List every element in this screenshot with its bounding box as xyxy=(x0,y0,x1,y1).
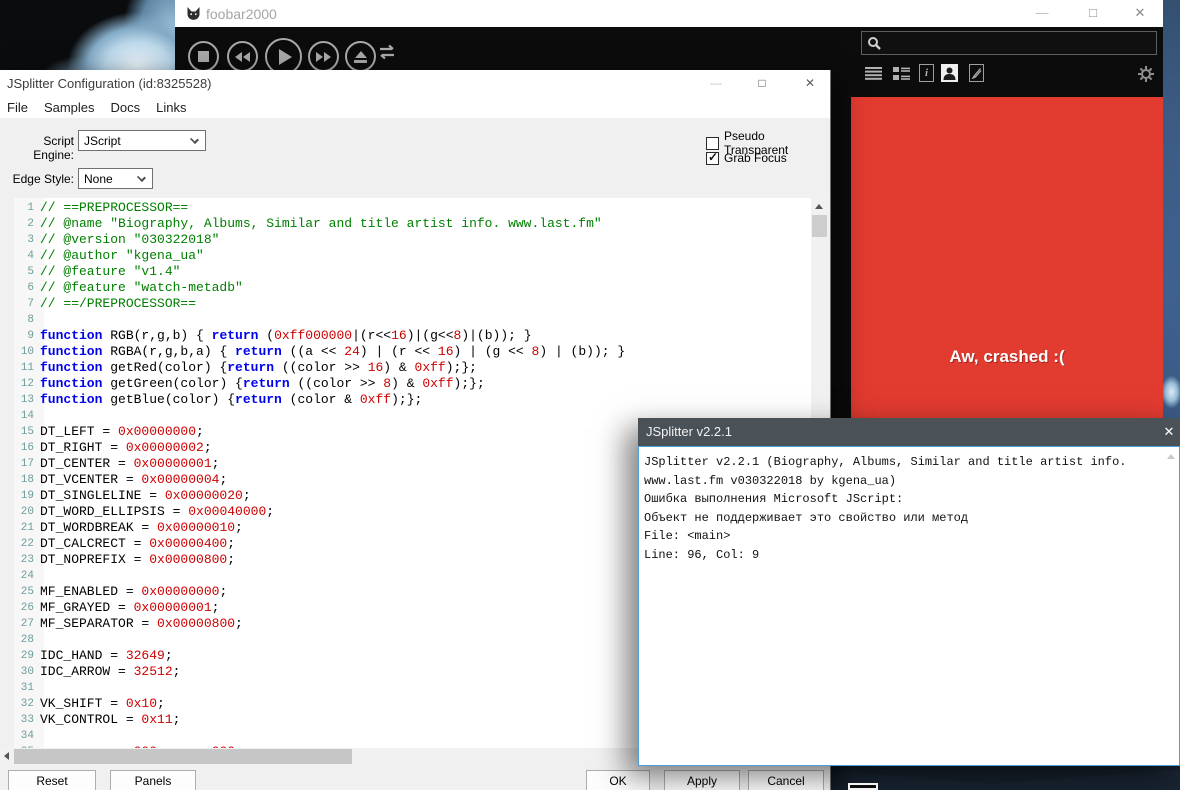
reset-button[interactable]: Reset xyxy=(8,770,96,790)
search-input[interactable] xyxy=(886,36,1136,50)
chevron-down-icon xyxy=(190,135,199,144)
code-line: 5// @feature "v1.4" xyxy=(14,264,811,280)
eject-button[interactable] xyxy=(345,41,376,72)
eject-icon xyxy=(355,51,367,58)
search-icon xyxy=(867,36,882,51)
stop-icon xyxy=(198,51,209,62)
apply-button[interactable]: Apply xyxy=(664,770,740,790)
console-line: www.last.fm v030322018 by kgena_ua) xyxy=(644,472,1174,491)
ok-button[interactable]: OK xyxy=(586,770,650,790)
settings-gear-icon[interactable] xyxy=(1137,65,1155,88)
previous-icon xyxy=(235,52,242,62)
code-line: 8 xyxy=(14,312,811,328)
previous-button[interactable] xyxy=(227,41,258,72)
search-box[interactable] xyxy=(861,31,1157,55)
previous-icon xyxy=(243,52,250,62)
scroll-up-icon[interactable] xyxy=(815,204,823,209)
code-line: 10function RGBA(r,g,b,a) { return ((a <<… xyxy=(14,344,811,360)
dialog-title: JSplitter Configuration (id:8325528) xyxy=(7,76,212,91)
checkbox-box xyxy=(706,137,719,150)
chevron-down-icon xyxy=(137,173,146,182)
next-button[interactable] xyxy=(308,41,339,72)
script-engine-value: JScript xyxy=(84,134,121,148)
dialog-maximize-icon[interactable]: □ xyxy=(748,70,776,96)
code-line: 12function getGreen(color) {return ((col… xyxy=(14,376,811,392)
desktop-wallpaper-album-art xyxy=(0,0,176,70)
taskbar-peek-icon xyxy=(848,783,878,790)
vertical-scroll-thumb[interactable] xyxy=(812,215,827,237)
foobar2000-fox-icon xyxy=(186,6,201,26)
edge-style-label: Edge Style: xyxy=(8,172,74,186)
script-engine-select[interactable]: JScript xyxy=(78,130,206,151)
desktop-wallpaper-right-strip xyxy=(1163,0,1180,418)
stop-button[interactable] xyxy=(188,41,219,72)
console-line: Line: 96, Col: 9 xyxy=(644,546,1174,565)
console-titlebar: JSplitter v2.2.1 ✕ xyxy=(638,418,1180,446)
code-line: 7// ==/PREPROCESSOR== xyxy=(14,296,811,312)
dialog-close-icon[interactable]: ✕ xyxy=(796,70,824,96)
info-view-icon[interactable]: i xyxy=(919,64,934,82)
foobar2000-title: foobar2000 xyxy=(206,6,277,22)
console-scroll-up-icon[interactable] xyxy=(1167,454,1175,459)
menu-file[interactable]: File xyxy=(5,100,30,115)
menu-samples[interactable]: Samples xyxy=(42,100,97,115)
dialog-titlebar: JSplitter Configuration (id:8325528) — □… xyxy=(0,70,830,96)
code-line: 9function RGB(r,g,b) { return (0xff00000… xyxy=(14,328,811,344)
checkbox-label: Grab Focus xyxy=(724,151,787,165)
code-line: 3// @version "030322018" xyxy=(14,232,811,248)
console-line: Объект не поддерживает это свойство или … xyxy=(644,509,1174,528)
code-line: 4// @author "kgena_ua" xyxy=(14,248,811,264)
menu-bar: File Samples Docs Links xyxy=(0,96,830,118)
crashed-panel: Aw, crashed :( xyxy=(851,97,1163,418)
lyrics-view-icon[interactable] xyxy=(969,64,984,82)
edge-style-select[interactable]: None xyxy=(78,168,153,189)
repeat-icon[interactable] xyxy=(377,44,397,66)
grab-focus-checkbox[interactable]: Grab Focus xyxy=(706,151,787,165)
scroll-left-icon[interactable] xyxy=(4,752,9,760)
next-icon xyxy=(316,52,323,62)
checkbox-box xyxy=(706,152,719,165)
jsplitter-console-window: JSplitter v2.2.1 ✕ JSplitter v2.2.1 (Bio… xyxy=(638,418,1180,766)
dialog-minimize-icon[interactable]: — xyxy=(702,70,730,96)
console-title: JSplitter v2.2.1 xyxy=(646,424,732,439)
console-line: JSplitter v2.2.1 (Biography, Albums, Sim… xyxy=(644,453,1174,472)
code-line: 2// @name "Biography, Albums, Similar an… xyxy=(14,216,811,232)
cancel-button[interactable]: Cancel xyxy=(748,770,824,790)
screen: foobar2000 — □ ✕ i xyxy=(0,0,1180,790)
code-line: 6// @feature "watch-metadb" xyxy=(14,280,811,296)
menu-docs[interactable]: Docs xyxy=(109,100,143,115)
console-line: Ошибка выполнения Microsoft JScript: xyxy=(644,490,1174,509)
foobar-maximize-icon[interactable]: □ xyxy=(1078,0,1108,26)
script-engine-label: Script Engine: xyxy=(8,134,74,162)
console-close-icon[interactable]: ✕ xyxy=(1160,424,1178,440)
horizontal-scroll-thumb[interactable] xyxy=(14,749,352,764)
play-icon xyxy=(279,49,292,65)
menu-links[interactable]: Links xyxy=(154,100,188,115)
console-line: File: <main> xyxy=(644,527,1174,546)
dialog-bottom-bar: Reset Panels OK Apply Cancel xyxy=(0,765,831,790)
code-line: 1// ==PREPROCESSOR== xyxy=(14,200,811,216)
code-line: 11function getRed(color) {return ((color… xyxy=(14,360,811,376)
crashed-message: Aw, crashed :( xyxy=(851,347,1163,367)
next-icon xyxy=(324,52,331,62)
details-view-icon[interactable] xyxy=(891,64,911,83)
edge-style-value: None xyxy=(84,172,113,186)
foobar2000-titlebar: foobar2000 — □ ✕ xyxy=(175,0,1163,27)
console-output: JSplitter v2.2.1 (Biography, Albums, Sim… xyxy=(638,446,1180,766)
list-view-icon[interactable] xyxy=(863,64,883,83)
artist-view-icon[interactable] xyxy=(941,64,958,82)
panels-button[interactable]: Panels xyxy=(110,770,196,790)
code-line: 13function getBlue(color) {return (color… xyxy=(14,392,811,408)
eject-icon xyxy=(354,60,367,63)
foobar-minimize-icon[interactable]: — xyxy=(1027,0,1057,26)
foobar-close-icon[interactable]: ✕ xyxy=(1125,0,1155,26)
